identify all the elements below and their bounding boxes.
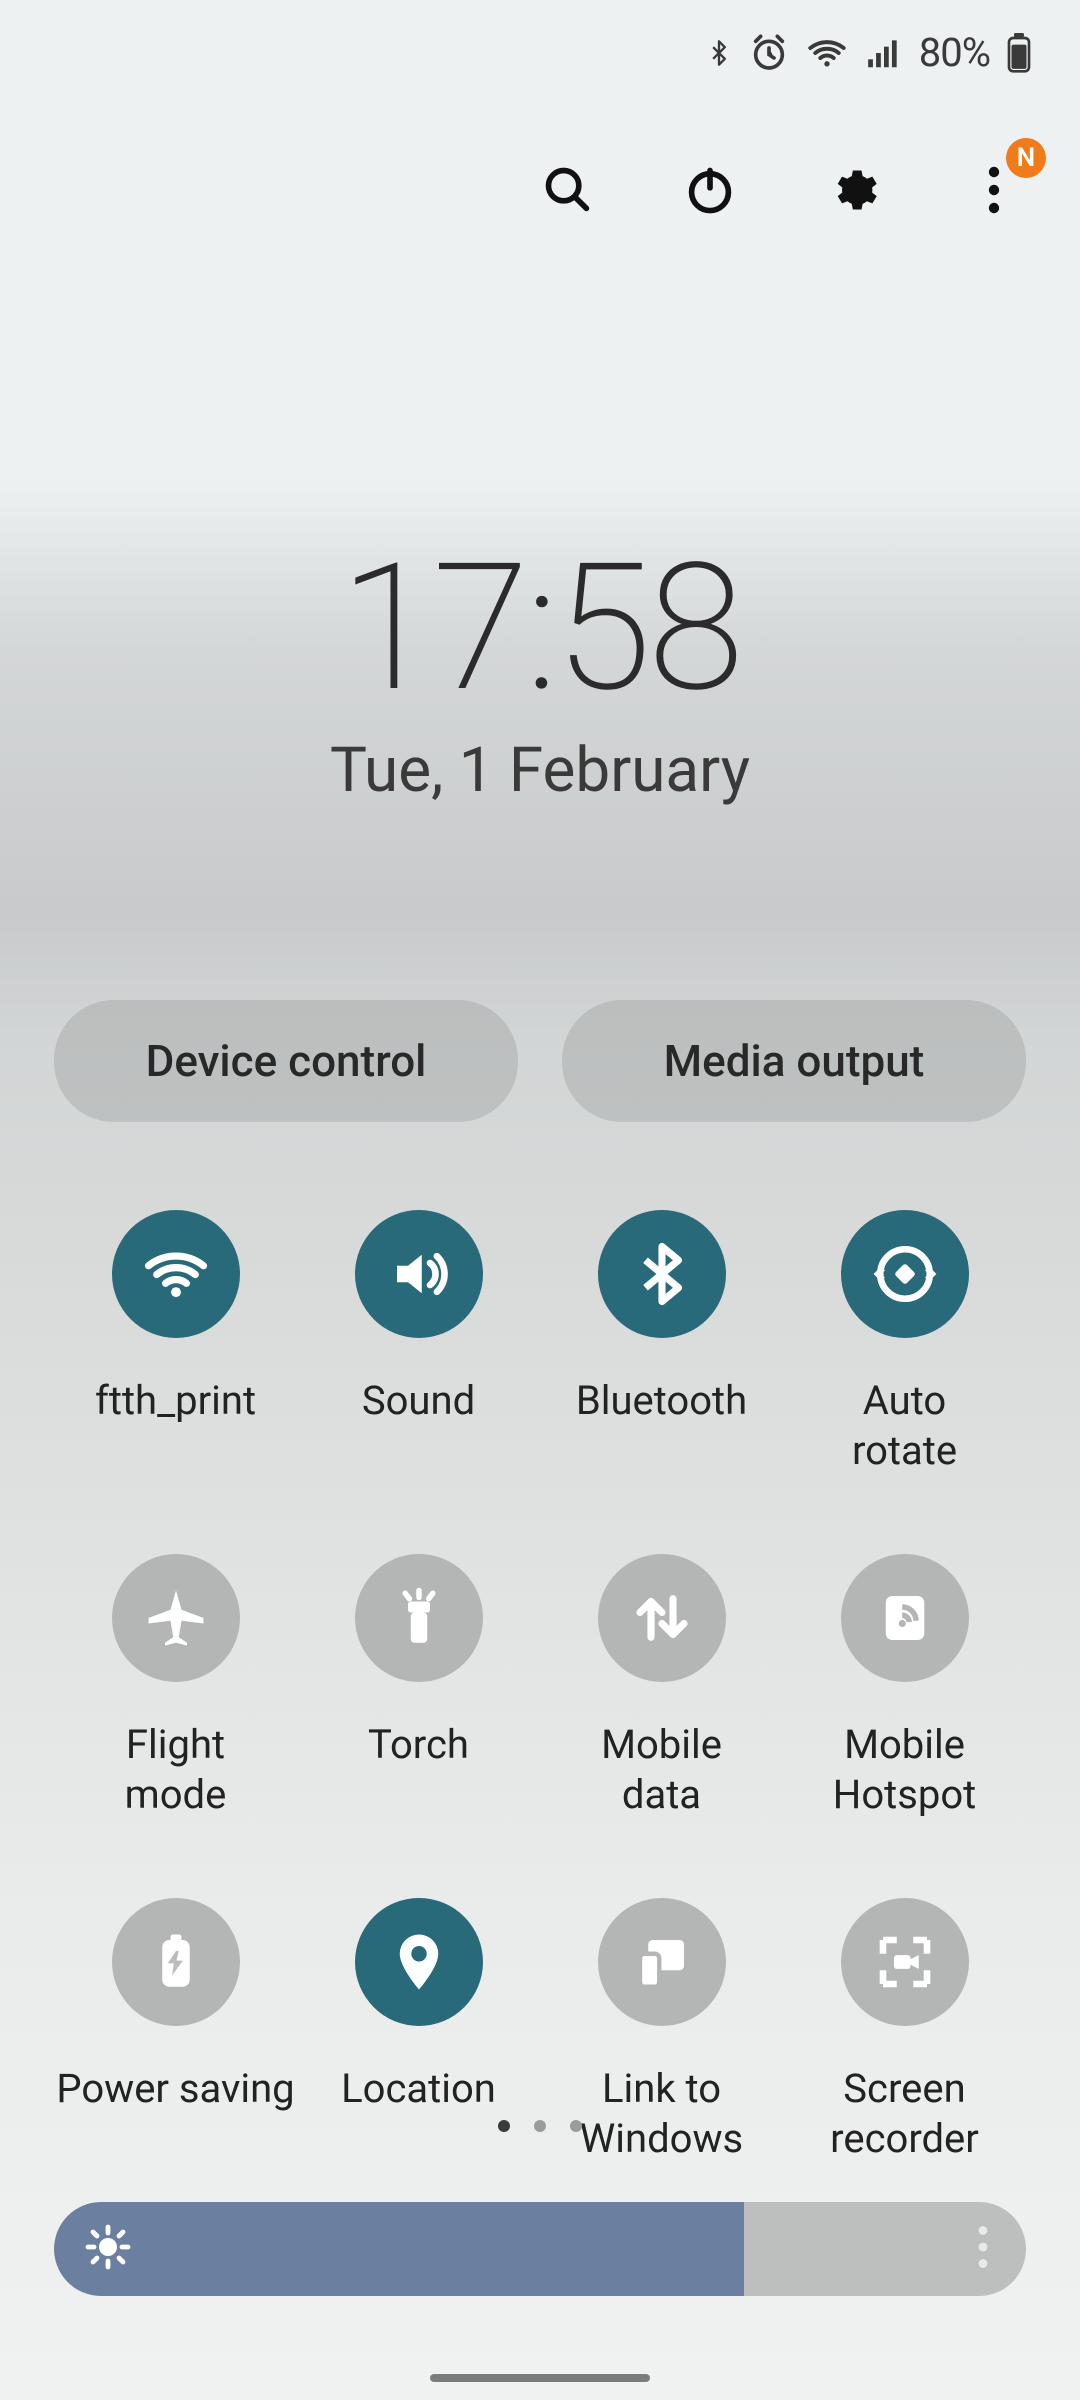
panel-action-row: N xyxy=(0,160,1080,220)
gear-icon xyxy=(826,164,878,216)
toggle-bluetooth[interactable]: Bluetooth xyxy=(540,1210,783,1476)
mobile-data-label: Mobiledata xyxy=(601,1720,722,1820)
brightness-slider[interactable] xyxy=(54,2202,1026,2296)
mobile-hotspot-icon xyxy=(841,1554,969,1682)
search-button[interactable] xyxy=(538,160,598,220)
power-icon xyxy=(684,164,736,216)
auto-rotate-label: Autorotate xyxy=(852,1376,957,1476)
battery-icon xyxy=(1006,33,1032,73)
pill-row: Device control Media output xyxy=(54,1000,1026,1122)
status-bar: 80% xyxy=(0,0,1080,105)
notification-badge: N xyxy=(1006,138,1046,178)
link-to-windows-label: Link toWindows xyxy=(580,2064,743,2164)
mobile-hotspot-label: MobileHotspot xyxy=(833,1720,976,1820)
alarm-status-icon xyxy=(749,33,789,73)
device-control-button[interactable]: Device control xyxy=(54,1000,518,1122)
sound-icon xyxy=(355,1210,483,1338)
flight-mode-label: Flightmode xyxy=(125,1720,227,1820)
quick-toggle-grid: ftth_print Sound Bluetooth Autorotate Flight… xyxy=(54,1210,1026,2164)
sound-label: Sound xyxy=(362,1376,475,1428)
brightness-fill xyxy=(54,2202,744,2296)
toggle-sound[interactable]: Sound xyxy=(297,1210,540,1476)
clock-block: 17:58 Tue, 1 February xyxy=(0,540,1080,807)
bluetooth-status-icon xyxy=(705,33,733,73)
battery-text: 80% xyxy=(919,29,990,76)
nav-handle[interactable] xyxy=(430,2374,650,2382)
auto-rotate-icon xyxy=(841,1210,969,1338)
power-saving-label: Power saving xyxy=(56,2064,294,2116)
page-dot[interactable] xyxy=(534,2120,546,2132)
wifi-label: ftth_print xyxy=(95,1376,256,1428)
more-button[interactable]: N xyxy=(964,160,1024,220)
bluetooth-icon xyxy=(598,1210,726,1338)
brightness-expand-button[interactable] xyxy=(976,2225,990,2273)
screen-recorder-icon xyxy=(841,1898,969,2026)
flight-mode-icon xyxy=(112,1554,240,1682)
toggle-mobile-hotspot[interactable]: MobileHotspot xyxy=(783,1554,1026,1820)
location-icon xyxy=(355,1898,483,2026)
page-dot[interactable] xyxy=(570,2120,582,2132)
page-dot[interactable] xyxy=(498,2120,510,2132)
toggle-mobile-data[interactable]: Mobiledata xyxy=(540,1554,783,1820)
mobile-data-icon xyxy=(598,1554,726,1682)
brightness-icon xyxy=(84,2223,132,2275)
screen-recorder-label: Screenrecorder xyxy=(830,2064,979,2164)
power-button[interactable] xyxy=(680,160,740,220)
wifi-status-icon xyxy=(805,33,849,73)
torch-label: Torch xyxy=(368,1720,469,1772)
search-icon xyxy=(542,164,594,216)
toggle-flight-mode[interactable]: Flightmode xyxy=(54,1554,297,1820)
bluetooth-label: Bluetooth xyxy=(576,1376,747,1428)
settings-button[interactable] xyxy=(822,160,882,220)
power-saving-icon xyxy=(112,1898,240,2026)
wifi-icon xyxy=(112,1210,240,1338)
toggle-torch[interactable]: Torch xyxy=(297,1554,540,1820)
toggle-auto-rotate[interactable]: Autorotate xyxy=(783,1210,1026,1476)
page-indicator xyxy=(0,2120,1080,2132)
link-to-windows-icon xyxy=(598,1898,726,2026)
media-output-button[interactable]: Media output xyxy=(562,1000,1026,1122)
signal-status-icon xyxy=(865,33,903,73)
more-vert-icon xyxy=(987,166,1001,214)
location-label: Location xyxy=(341,2064,496,2116)
torch-icon xyxy=(355,1554,483,1682)
toggle-wifi[interactable]: ftth_print xyxy=(54,1210,297,1476)
clock-date: Tue, 1 February xyxy=(0,734,1080,807)
clock-time: 17:58 xyxy=(0,540,1080,716)
